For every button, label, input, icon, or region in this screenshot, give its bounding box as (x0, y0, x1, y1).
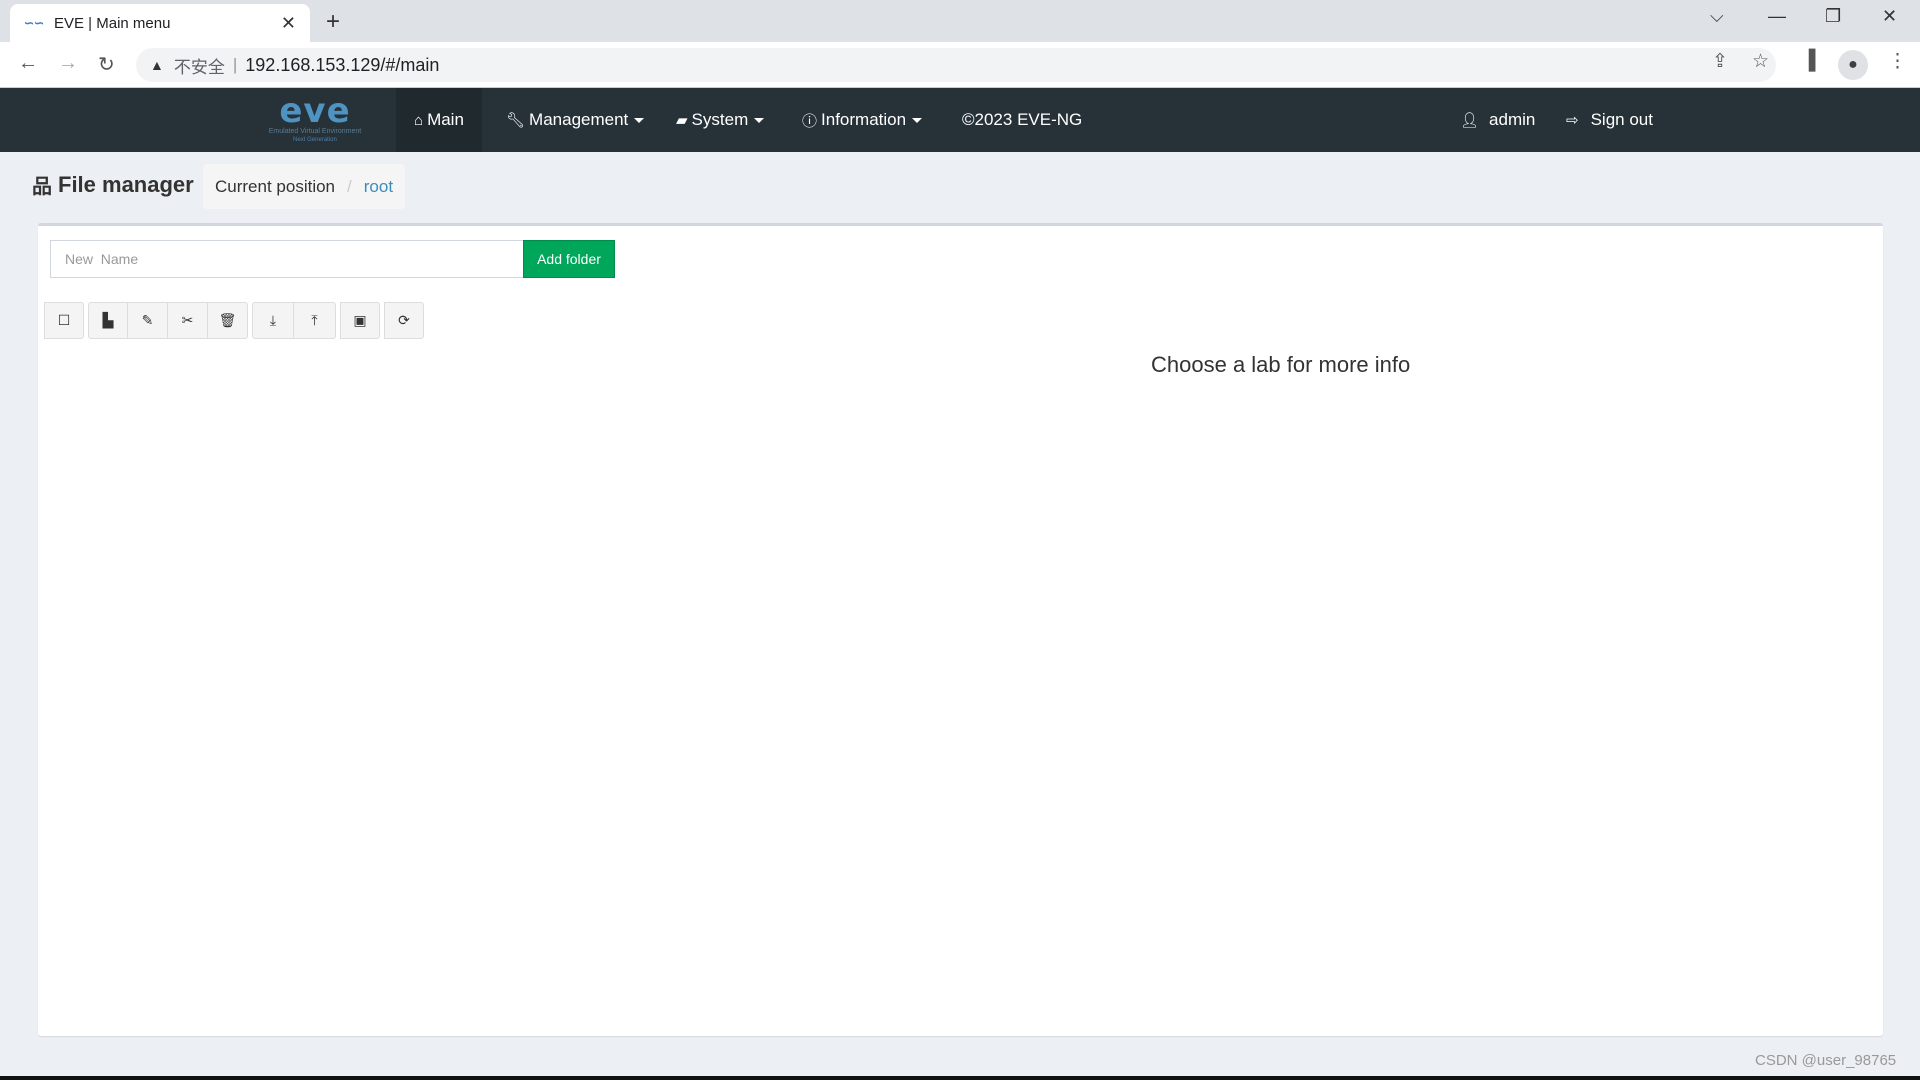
file-manager-panel: Add folder ☐ ▙ ✎ ✂ 🗑︎ ⤓ ⤒ ▣ ⟳ Choose a l… (38, 223, 1883, 1036)
book-icon: ▰ (676, 112, 688, 129)
top-navbar: eve Emulated Virtual Environment Next Ge… (0, 88, 1920, 152)
profile-avatar-icon[interactable]: ● (1838, 50, 1868, 80)
nav-sign-out-label: Sign out (1590, 110, 1653, 129)
caret-down-icon (912, 117, 923, 123)
warning-icon: ▲ (150, 57, 164, 73)
page-title-text: File manager (58, 171, 194, 197)
new-lab-icon: ▙ (102, 312, 114, 328)
bottom-edge (0, 1076, 1920, 1080)
select-all-button[interactable]: ☐ (44, 302, 84, 339)
security-label: 不安全 (173, 57, 225, 77)
nav-information[interactable]: ⓘ Information (802, 88, 923, 152)
delete-button[interactable]: 🗑︎ (208, 302, 248, 339)
lab-info-message: Choose a lab for more info (1151, 352, 1411, 377)
new-tab-button[interactable]: + (326, 8, 340, 36)
url-separator: | (232, 55, 238, 74)
minimize-icon[interactable]: — (1768, 6, 1786, 27)
watermark: CSDN @user_98765 (1755, 1052, 1897, 1069)
breadcrumb-separator: / (347, 176, 352, 196)
toolbar-group-transfer: ⤓ ⤒ (252, 302, 336, 339)
file-toolbar: ☐ ▙ ✎ ✂ 🗑︎ ⤓ ⤒ ▣ ⟳ (44, 302, 428, 339)
nav-system[interactable]: ▰ System (676, 88, 765, 152)
nav-system-label: System (691, 110, 749, 129)
nav-user-label: admin (1489, 110, 1536, 129)
import-icon: ⤒ (311, 312, 318, 328)
toolbar-group-edit: ▙ ✎ ✂ 🗑︎ (88, 302, 248, 339)
nav-user[interactable]: 👤︎ admin (1460, 88, 1535, 152)
nav-sign-out[interactable]: ⇨ Sign out (1566, 88, 1653, 152)
browser-tab-bar: ∽∽ EVE | Main menu ✕ + ⌵ — ❐ ✕ (0, 0, 1920, 42)
refresh-icon: ⟳ (398, 312, 410, 328)
tab-close-icon[interactable]: ✕ (281, 13, 296, 34)
collapse-button[interactable]: ▣ (340, 302, 380, 339)
nav-copyright[interactable]: ©2023 EVE-NG (962, 88, 1082, 152)
breadcrumb-label: Current position (215, 176, 336, 196)
sitemap-icon: 品 (32, 176, 52, 198)
toolbar-group-select: ☐ (44, 302, 84, 339)
page-title: 品 File manager (32, 170, 194, 199)
url-input[interactable]: ▲ 不安全 | 192.168.153.129/#/main (136, 48, 1776, 82)
wrench-icon: 🔧︎ (506, 112, 526, 129)
sign-out-icon: ⇨ (1566, 112, 1579, 129)
select-all-icon: ☐ (57, 312, 71, 328)
rename-button[interactable]: ✎ (128, 302, 168, 339)
info-icon: ⓘ (802, 112, 818, 130)
home-icon: ⌂ (414, 111, 424, 129)
caret-down-icon (634, 117, 645, 123)
breadcrumb: Current position / root (203, 164, 406, 209)
nav-main[interactable]: ⌂ Main (396, 88, 482, 152)
reload-icon[interactable]: ↻ (98, 52, 115, 77)
side-panel-icon[interactable]: ▐ (1802, 50, 1815, 72)
forward-icon[interactable]: → (58, 52, 78, 75)
export-icon: ⤓ (269, 312, 277, 328)
browser-tab[interactable]: ∽∽ EVE | Main menu ✕ (10, 4, 310, 42)
caret-down-icon (754, 117, 765, 123)
logo-subtitle-2: Next Generation (293, 137, 337, 143)
cut-button[interactable]: ✂ (168, 302, 208, 339)
tab-title: EVE | Main menu (54, 14, 171, 32)
logo-text: eve (279, 91, 351, 131)
collapse-icon: ▣ (353, 312, 367, 328)
url-text: 192.168.153.129/#/main (245, 54, 440, 75)
eve-logo-icon: ∽∽ (24, 16, 45, 30)
nav-main-label: Main (427, 110, 464, 129)
new-lab-button[interactable]: ▙ (88, 302, 128, 339)
logo-subtitle: Emulated Virtual Environment (268, 128, 362, 135)
delete-icon: 🗑︎ (218, 312, 237, 328)
close-icon[interactable]: ✕ (1882, 6, 1897, 27)
toolbar-group-refresh: ⟳ (384, 302, 424, 339)
breadcrumb-root-link[interactable]: root (364, 177, 393, 197)
bookmark-star-icon[interactable]: ☆ (1752, 50, 1769, 73)
chevron-down-icon[interactable]: ⌵ (1710, 6, 1724, 27)
user-icon: 👤︎ (1460, 112, 1480, 129)
add-folder-button[interactable]: Add folder (523, 240, 615, 278)
nav-information-label: Information (821, 110, 907, 129)
nav-management[interactable]: 🔧︎ Management (506, 88, 645, 152)
restore-icon[interactable]: ❐ (1825, 6, 1841, 27)
import-button[interactable]: ⤒ (294, 302, 336, 339)
nav-copyright-label: ©2023 EVE-NG (962, 110, 1083, 129)
refresh-button[interactable]: ⟳ (384, 302, 424, 339)
nav-management-label: Management (529, 110, 629, 129)
back-icon[interactable]: ← (18, 52, 38, 75)
address-bar: ← → ↻ ▲ 不安全 | 192.168.153.129/#/main ⇪ ☆… (0, 42, 1920, 88)
rename-icon: ✎ (141, 312, 154, 328)
new-folder-name-input[interactable] (50, 240, 524, 278)
eve-logo[interactable]: eve Emulated Virtual Environment Next Ge… (255, 94, 375, 146)
toolbar-group-collapse: ▣ (340, 302, 380, 339)
export-button[interactable]: ⤓ (252, 302, 294, 339)
more-menu-icon[interactable]: ⋮ (1888, 50, 1907, 73)
cut-icon: ✂ (181, 312, 194, 328)
share-icon[interactable]: ⇪ (1712, 50, 1728, 73)
